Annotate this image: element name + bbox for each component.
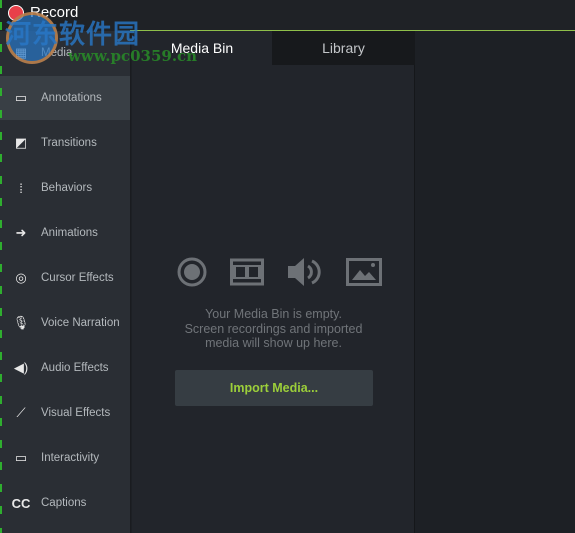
transition-icon: ◩ — [14, 135, 28, 150]
label: Annotations — [41, 92, 102, 104]
empty-line: media will show up here. — [205, 336, 342, 350]
label: Transitions — [41, 137, 97, 149]
magic-wand-icon: ⟋ — [16, 405, 26, 420]
behaviors-icon: ⁞ — [19, 180, 23, 196]
record-icon — [177, 257, 207, 287]
sidebar-item-visual-effects[interactable]: ⟋ Visual Effects — [0, 391, 130, 435]
empty-line: Your Media Bin is empty. — [205, 307, 342, 321]
label: Cursor Effects — [41, 272, 114, 284]
import-media-button[interactable]: Import Media... — [175, 370, 373, 406]
empty-message: Your Media Bin is empty. Screen recordin… — [132, 307, 415, 351]
cursor-icon: ◎ — [15, 270, 27, 285]
sidebar-item-voice-narration[interactable]: 🎙 Voice Narration — [0, 301, 130, 345]
label: Voice Narration — [41, 317, 120, 329]
image-icon — [346, 258, 382, 286]
sidebar-item-annotations[interactable]: ▭ Annotations — [0, 76, 130, 120]
cc-icon: CC — [11, 495, 31, 511]
label: Behaviors — [41, 182, 93, 194]
microphone-icon: 🎙 — [12, 315, 30, 330]
sidebar-item-captions[interactable]: CC Captions — [0, 481, 130, 525]
watermark-text: 河东软件园 — [5, 20, 141, 50]
label: Captions — [41, 497, 87, 509]
animation-arrow-icon: ➜ — [15, 225, 27, 240]
sidebar-item-interactivity[interactable]: ▭ Interactivity — [0, 436, 130, 480]
sidebar-item-cursor-effects[interactable]: ◎ Cursor Effects — [0, 256, 130, 300]
sidebar-item-behaviors[interactable]: ⁞ Behaviors — [0, 166, 130, 210]
film-icon — [230, 258, 264, 286]
label: Visual Effects — [41, 407, 111, 419]
label: Interactivity — [41, 452, 100, 464]
speaker-icon: ◀) — [13, 360, 29, 375]
empty-line: Screen recordings and imported — [184, 321, 363, 336]
label: Audio Effects — [41, 362, 109, 374]
sidebar-item-audio-effects[interactable]: ◀) Audio Effects — [0, 346, 130, 390]
media-type-icons — [176, 256, 382, 288]
label: Animations — [41, 227, 98, 239]
annotation-icon: ▭ — [14, 90, 28, 105]
interactivity-icon: ▭ — [14, 450, 28, 465]
watermark-url: www.pc0359.cn — [68, 47, 198, 65]
speaker-icon — [288, 258, 321, 286]
sidebar: ▦Media ▭Annotations ◩Transitions ⁞Behavi… — [0, 31, 131, 533]
sidebar-item-animations[interactable]: ➜ Animations — [0, 211, 130, 255]
media-bin-panel: Media Bin Library Your Media Bin is empt… — [132, 31, 415, 533]
tab-library[interactable]: Library — [272, 31, 415, 65]
sidebar-item-transitions[interactable]: ◩ Transitions — [0, 121, 130, 165]
timeline-marker — [0, 0, 2, 533]
